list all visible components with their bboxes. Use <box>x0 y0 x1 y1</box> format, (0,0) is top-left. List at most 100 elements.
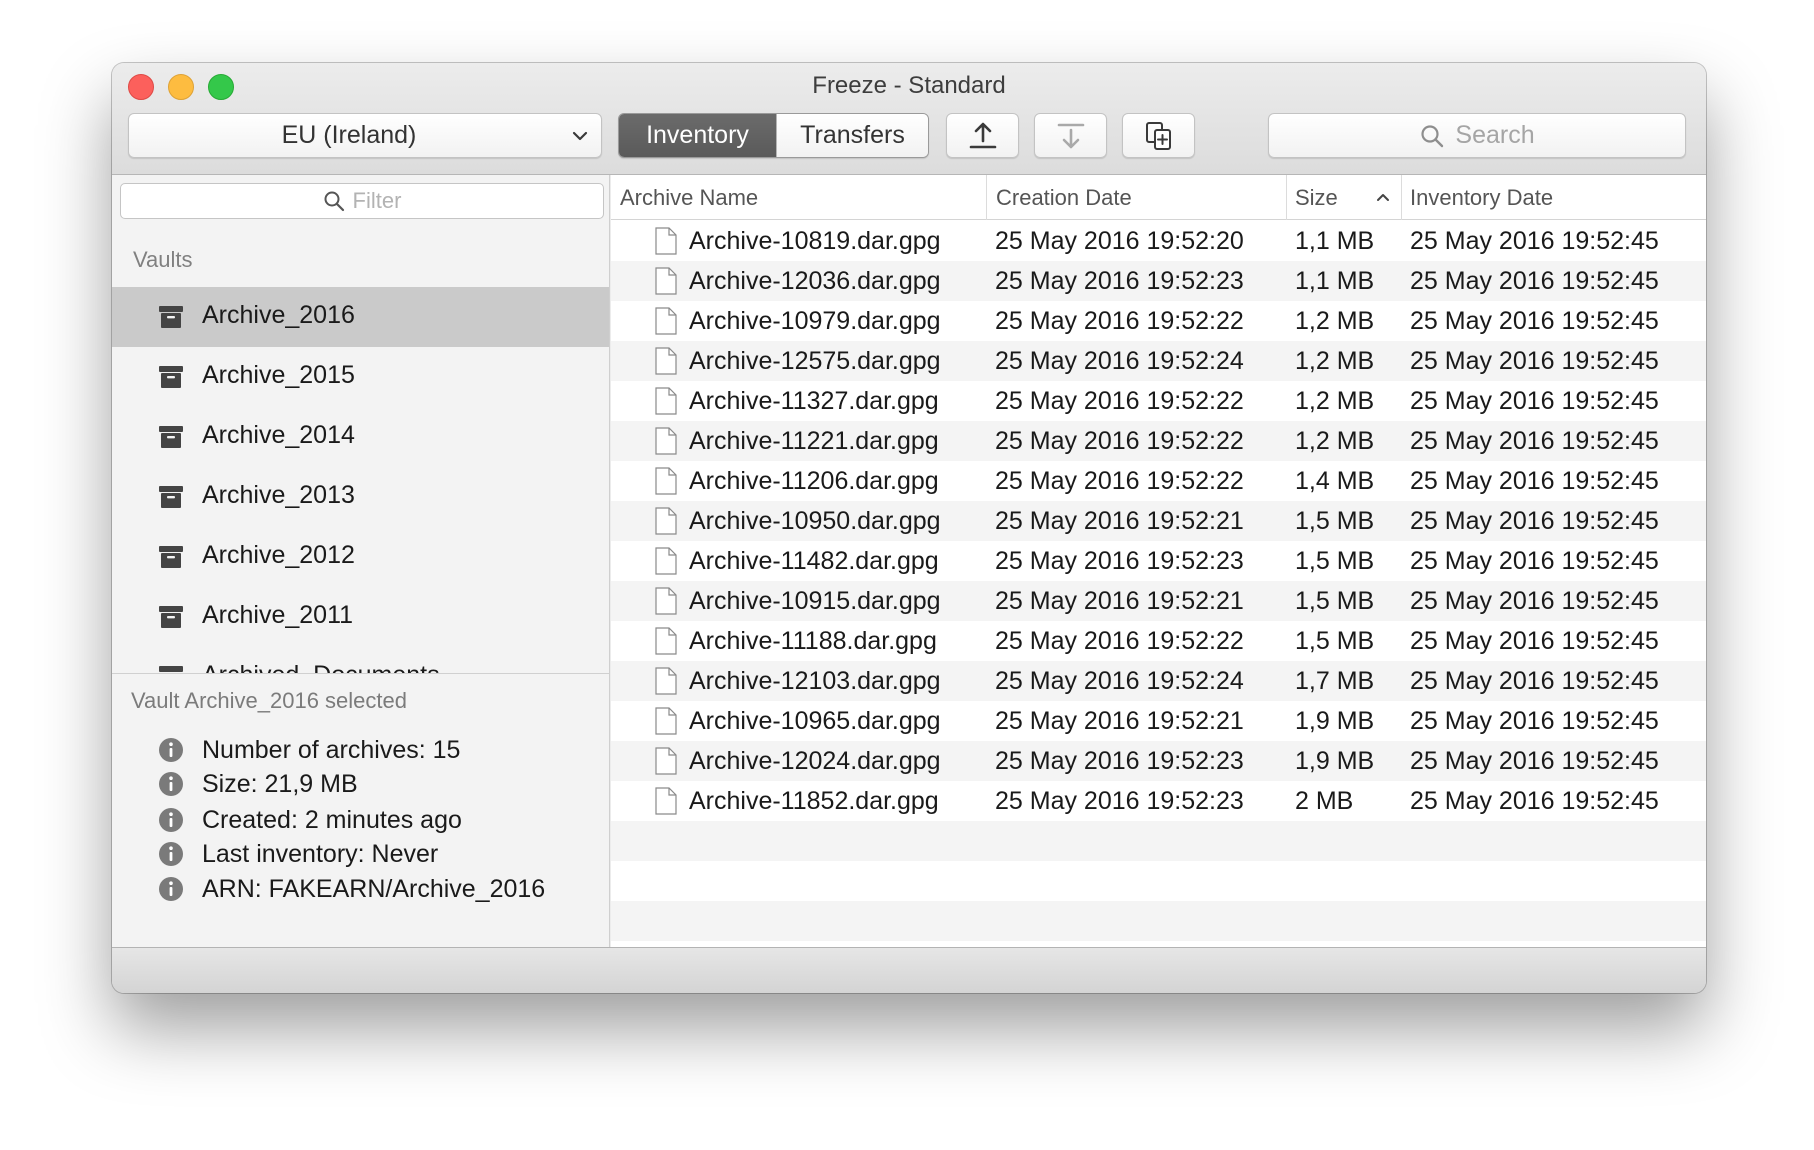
file-icon <box>655 507 677 535</box>
info-icon <box>159 738 183 762</box>
cell-archive-name: Archive-11206.dar.gpg <box>689 467 939 495</box>
sidebar-item-label: Archive_2015 <box>202 361 355 389</box>
vault-icon <box>159 306 183 328</box>
upload-button[interactable] <box>946 113 1019 158</box>
table-row[interactable]: Archive-10979.dar.gpg 25 May 2016 19:52:2… <box>611 301 1706 341</box>
sidebar-item-label: Archive_2016 <box>202 301 355 329</box>
view-segmented-control: Inventory Transfers <box>618 113 929 158</box>
sidebar-item-vault[interactable]: Archive_2013 <box>112 467 609 527</box>
vaults-header: Vaults <box>133 247 193 272</box>
vault-info-heading: Vault Archive_2016 selected <box>131 688 407 713</box>
file-icon <box>655 547 677 575</box>
sidebar-item-vault[interactable]: Archive_2011 <box>112 587 609 647</box>
cell-archive-name: Archive-11188.dar.gpg <box>689 627 937 655</box>
table-row[interactable]: Archive-11482.dar.gpg 25 May 2016 19:52:2… <box>611 541 1706 581</box>
copy-button[interactable] <box>1122 113 1195 158</box>
cell-archive-name: Archive-11221.dar.gpg <box>689 427 939 455</box>
table-row[interactable]: Archive-10915.dar.gpg 25 May 2016 19:52:2… <box>611 581 1706 621</box>
cell-inventory-date: 25 May 2016 19:52:45 <box>1410 667 1659 695</box>
cell-size: 1,2 MB <box>1295 347 1375 375</box>
info-icon <box>159 772 183 796</box>
table-row[interactable]: Archive-11206.dar.gpg 25 May 2016 19:52:2… <box>611 461 1706 501</box>
cell-creation-date: 25 May 2016 19:52:22 <box>995 467 1244 495</box>
download-button[interactable] <box>1034 113 1107 158</box>
cell-creation-date: 25 May 2016 19:52:23 <box>995 747 1244 775</box>
table-header: Archive Name Creation Date Size Inventor… <box>611 175 1706 220</box>
vault-icon <box>159 546 183 568</box>
cell-creation-date: 25 May 2016 19:52:23 <box>995 787 1244 815</box>
bottom-status-bar <box>112 947 1706 993</box>
file-icon <box>655 427 677 455</box>
sidebar-item-label: Archived_Documents <box>202 661 440 673</box>
sidebar-item-vault[interactable]: Archive_2015 <box>112 347 609 407</box>
sidebar-item-label: Archive_2013 <box>202 481 355 509</box>
table-row[interactable]: Archive-11852.dar.gpg 25 May 2016 19:52:2… <box>611 781 1706 821</box>
table-row[interactable]: Archive-12024.dar.gpg 25 May 2016 19:52:2… <box>611 741 1706 781</box>
cell-size: 1,2 MB <box>1295 427 1375 455</box>
table-row[interactable]: Archive-10965.dar.gpg 25 May 2016 19:52:2… <box>611 701 1706 741</box>
sidebar-item-label: Archive_2014 <box>202 421 355 449</box>
table-row[interactable]: Archive-12036.dar.gpg 25 May 2016 19:52:2… <box>611 261 1706 301</box>
vault-icon <box>159 366 183 388</box>
column-header-archive-name[interactable]: Archive Name <box>611 175 986 220</box>
column-header-size[interactable]: Size <box>1286 175 1401 220</box>
vault-info-text: ARN: FAKEARN/Archive_2016 <box>202 874 546 903</box>
table-row[interactable]: Archive-10819.dar.gpg 25 May 2016 19:52:2… <box>611 221 1706 261</box>
cell-size: 1,5 MB <box>1295 627 1375 655</box>
cell-archive-name: Archive-10979.dar.gpg <box>689 307 941 335</box>
sidebar-item-vault[interactable]: Archive_2014 <box>112 407 609 467</box>
cell-inventory-date: 25 May 2016 19:52:45 <box>1410 627 1659 655</box>
table-row[interactable]: Archive-11221.dar.gpg 25 May 2016 19:52:2… <box>611 421 1706 461</box>
sidebar-item-vault[interactable]: Archive_2016 <box>112 287 609 347</box>
table-row[interactable]: Archive-11188.dar.gpg 25 May 2016 19:52:2… <box>611 621 1706 661</box>
vault-info-text: Number of archives: 15 <box>202 735 461 764</box>
cell-archive-name: Archive-11852.dar.gpg <box>689 787 939 815</box>
cell-archive-name: Archive-12103.dar.gpg <box>689 667 941 695</box>
cell-archive-name: Archive-11482.dar.gpg <box>689 547 939 575</box>
file-icon <box>655 787 677 815</box>
table-row[interactable]: Archive-12103.dar.gpg 25 May 2016 19:52:2… <box>611 661 1706 701</box>
cell-size: 1,5 MB <box>1295 547 1375 575</box>
cell-archive-name: Archive-12024.dar.gpg <box>689 747 941 775</box>
info-icon <box>159 842 183 866</box>
cell-archive-name: Archive-12036.dar.gpg <box>689 267 941 295</box>
chevron-down-icon <box>572 131 588 141</box>
cell-inventory-date: 25 May 2016 19:52:45 <box>1410 507 1659 535</box>
empty-row <box>611 821 1706 861</box>
sidebar-item-vault[interactable]: Archive_2012 <box>112 527 609 587</box>
window-title: Freeze - Standard <box>812 72 1006 99</box>
cell-creation-date: 25 May 2016 19:52:21 <box>995 707 1244 735</box>
cell-creation-date: 25 May 2016 19:52:24 <box>995 667 1244 695</box>
table-row[interactable]: Archive-10950.dar.gpg 25 May 2016 19:52:2… <box>611 501 1706 541</box>
table-row[interactable]: Archive-11327.dar.gpg 25 May 2016 19:52:2… <box>611 381 1706 421</box>
cell-size: 2 MB <box>1295 787 1354 815</box>
archive-table: Archive Name Creation Date Size Inventor… <box>611 175 1706 947</box>
column-header-creation-date[interactable]: Creation Date <box>986 175 1286 220</box>
region-select-label: EU (Ireland) <box>281 121 417 149</box>
tab-inventory[interactable]: Inventory <box>619 114 776 157</box>
cell-size: 1,9 MB <box>1295 747 1375 775</box>
column-header-size-label: Size <box>1295 184 1338 210</box>
file-icon <box>655 667 677 695</box>
tab-transfers[interactable]: Transfers <box>776 114 928 157</box>
cell-archive-name: Archive-10965.dar.gpg <box>689 707 941 735</box>
cell-creation-date: 25 May 2016 19:52:22 <box>995 387 1244 415</box>
cell-inventory-date: 25 May 2016 19:52:45 <box>1410 587 1659 615</box>
filter-field[interactable]: Filter <box>120 183 604 219</box>
cell-size: 1,7 MB <box>1295 667 1375 695</box>
table-body: Archive-10819.dar.gpg 25 May 2016 19:52:2… <box>611 221 1706 947</box>
cell-size: 1,1 MB <box>1295 267 1375 295</box>
download-icon <box>1057 123 1084 148</box>
file-icon <box>655 307 677 335</box>
file-icon <box>655 587 677 615</box>
cell-size: 1,9 MB <box>1295 707 1375 735</box>
search-field[interactable]: Search <box>1268 113 1686 158</box>
vault-icon <box>159 426 183 448</box>
cell-archive-name: Archive-12575.dar.gpg <box>689 347 941 375</box>
column-header-inventory-date[interactable]: Inventory Date <box>1401 175 1706 220</box>
table-row[interactable]: Archive-12575.dar.gpg 25 May 2016 19:52:2… <box>611 341 1706 381</box>
sidebar-item-vault[interactable]: Archived_Documents <box>112 647 609 673</box>
file-icon <box>655 387 677 415</box>
region-select[interactable]: EU (Ireland) <box>128 113 602 158</box>
vault-info-panel: Vault Archive_2016 selected Number of ar… <box>112 673 609 947</box>
